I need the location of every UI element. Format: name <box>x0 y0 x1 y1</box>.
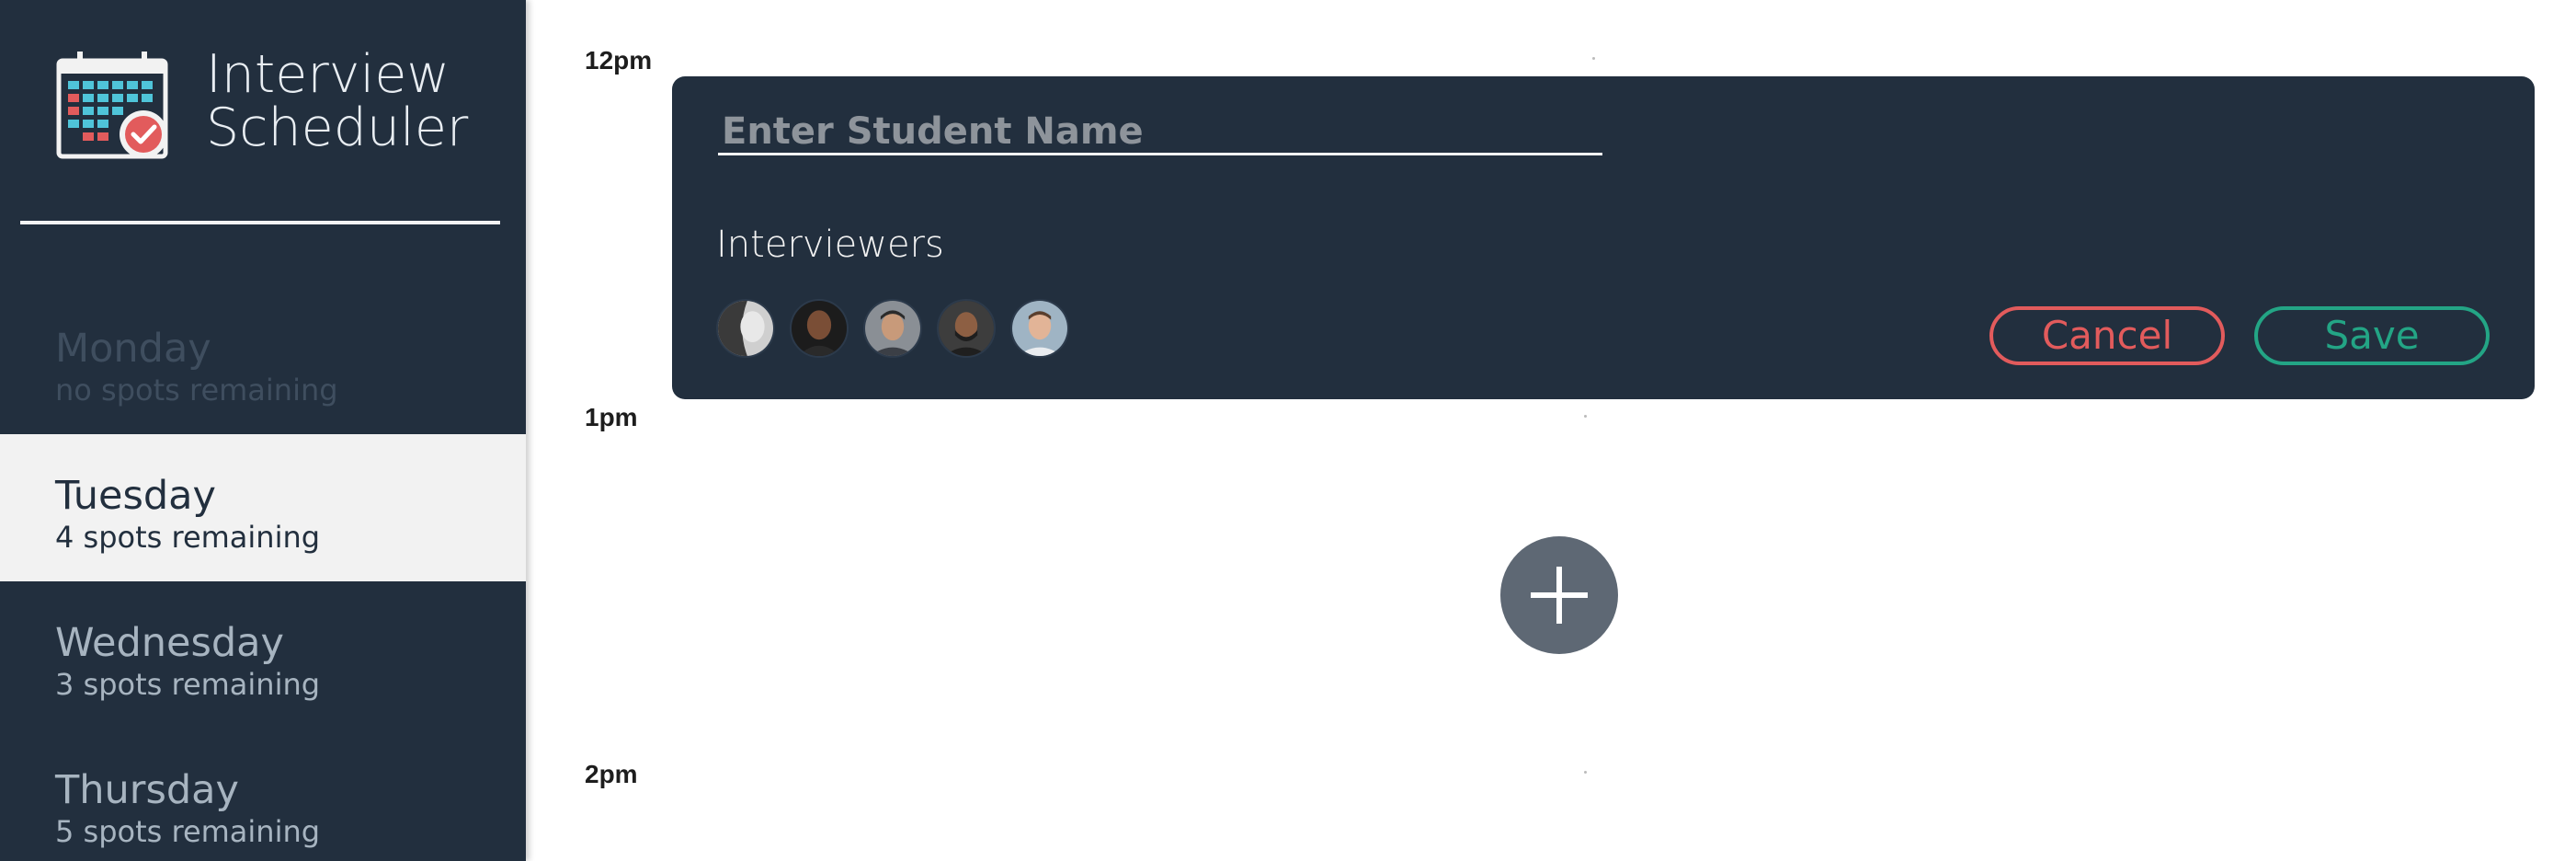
day-name: Tuesday <box>55 473 216 519</box>
app-title: Interview Scheduler <box>206 48 509 155</box>
student-name-input[interactable] <box>718 109 1602 155</box>
slot-separator <box>1584 771 1587 774</box>
day-name: Wednesday <box>55 620 284 666</box>
interviewer-avatar-4[interactable] <box>937 299 996 358</box>
day-item-tuesday[interactable]: Tuesday 4 spots remaining <box>0 434 526 581</box>
app-title-line2: Scheduler <box>206 98 469 158</box>
interviewer-avatar-3[interactable] <box>863 299 922 358</box>
time-label-2pm: 2pm <box>585 760 638 788</box>
day-spots-remaining: 4 spots remaining <box>55 520 321 555</box>
day-item-monday[interactable]: Monday no spots remaining <box>0 287 526 434</box>
interviewer-avatar-5[interactable] <box>1010 299 1069 358</box>
day-name: Thursday <box>55 767 239 813</box>
cancel-button[interactable]: Cancel <box>1989 306 2225 365</box>
calendar-check-icon <box>55 48 177 164</box>
sidebar: Interview Scheduler Monday no spots rema… <box>0 0 526 861</box>
save-button[interactable]: Save <box>2254 306 2490 365</box>
interviewer-avatar-2[interactable] <box>790 299 849 358</box>
plus-icon <box>1531 567 1588 624</box>
time-label-1pm: 1pm <box>585 403 638 431</box>
day-item-thursday[interactable]: Thursday 5 spots remaining <box>0 729 526 861</box>
day-spots-remaining: 5 spots remaining <box>55 814 321 849</box>
app-title-line1: Interview <box>206 44 450 105</box>
appointment-form: Interviewers Cancel Save <box>672 76 2535 399</box>
time-label-12pm: 12pm <box>585 46 653 75</box>
sidebar-divider <box>20 221 500 224</box>
day-spots-remaining: no spots remaining <box>55 373 338 408</box>
day-name: Monday <box>55 326 211 372</box>
add-appointment-button[interactable] <box>1500 536 1618 654</box>
interviewer-avatar-1[interactable] <box>716 299 775 358</box>
day-spots-remaining: 3 spots remaining <box>55 667 321 702</box>
slot-separator <box>1584 415 1587 418</box>
slot-separator <box>1592 57 1595 60</box>
day-item-wednesday[interactable]: Wednesday 3 spots remaining <box>0 581 526 729</box>
interviewers-label: Interviewers <box>716 224 944 266</box>
